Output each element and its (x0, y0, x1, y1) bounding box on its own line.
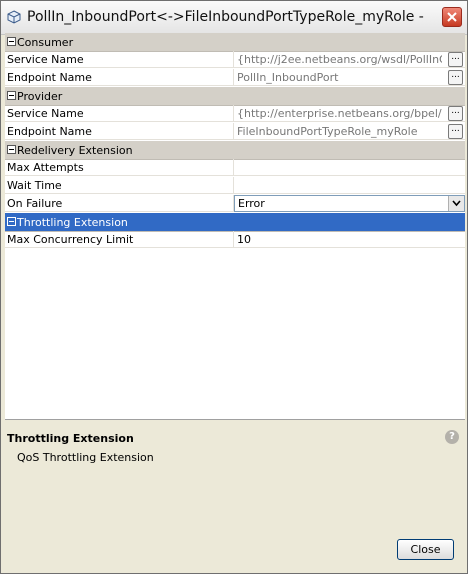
ellipsis-button[interactable]: ... (448, 106, 463, 121)
property-value[interactable]: {http://j2ee.netbeans.org/wsdl/PollInOut… (234, 51, 465, 68)
property-name: Max Concurrency Limit (5, 231, 234, 248)
property-value[interactable] (234, 177, 465, 194)
on-failure-select[interactable]: Error (234, 195, 465, 212)
title-bar: PollIn_InboundPort<->FileInboundPortType… (1, 1, 467, 35)
category-label: Provider (17, 90, 63, 103)
category-label: Consumer (17, 36, 74, 49)
property-name: On Failure (5, 195, 234, 212)
property-value-text: FileInboundPortTypeRole_myRole (237, 125, 418, 138)
property-sheet: Consumer Service Name {http://j2ee.netbe… (5, 33, 465, 420)
category-throttling-extension[interactable]: Throttling Extension (5, 213, 465, 232)
property-value-text: {http://enterprise.netbeans.org/bpel/Pol… (237, 107, 442, 120)
property-value[interactable]: {http://enterprise.netbeans.org/bpel/Pol… (234, 105, 465, 122)
dropdown-button[interactable] (448, 196, 464, 211)
property-value[interactable]: 10 (234, 231, 465, 248)
property-value[interactable]: PollIn_InboundPort ... (234, 69, 465, 86)
property-value[interactable] (234, 159, 465, 176)
description-text: QoS Throttling Extension (17, 451, 154, 464)
category-label: Throttling Extension (17, 216, 128, 229)
properties-dialog: PollIn_InboundPort<->FileInboundPortType… (0, 0, 468, 574)
property-value-text: PollIn_InboundPort (237, 71, 339, 84)
close-button[interactable]: Close (397, 539, 454, 560)
category-redelivery-extension[interactable]: Redelivery Extension (5, 141, 465, 160)
property-name: Endpoint Name (5, 69, 234, 86)
property-value-text: {http://j2ee.netbeans.org/wsdl/PollInOut… (237, 53, 442, 66)
description-title: Throttling Extension (7, 432, 134, 445)
property-name: Service Name (5, 105, 234, 122)
window-title: PollIn_InboundPort<->FileInboundPortType… (27, 9, 427, 25)
category-provider[interactable]: Provider (5, 87, 465, 106)
property-max-attempts[interactable]: Max Attempts (5, 159, 465, 177)
chevron-down-icon (452, 200, 461, 207)
collapse-icon[interactable] (7, 91, 16, 100)
property-name: Wait Time (5, 177, 234, 194)
ellipsis-button[interactable]: ... (448, 124, 463, 139)
ellipsis-button[interactable]: ... (448, 70, 463, 85)
category-label: Redelivery Extension (17, 144, 133, 157)
close-icon (447, 12, 457, 22)
category-consumer[interactable]: Consumer (5, 33, 465, 52)
property-name: Endpoint Name (5, 123, 234, 140)
collapse-icon[interactable] (7, 37, 16, 46)
collapse-icon[interactable] (7, 217, 16, 226)
property-consumer-endpoint-name[interactable]: Endpoint Name PollIn_InboundPort ... (5, 69, 465, 87)
property-on-failure[interactable]: On Failure Error (5, 195, 465, 213)
property-max-concurrency-limit[interactable]: Max Concurrency Limit 10 (5, 231, 465, 249)
ellipsis-button[interactable]: ... (448, 52, 463, 67)
property-provider-endpoint-name[interactable]: Endpoint Name FileInboundPortTypeRole_my… (5, 123, 465, 141)
netbeans-cube-icon (7, 10, 21, 24)
description-panel: Throttling Extension QoS Throttling Exte… (5, 421, 465, 531)
collapse-icon[interactable] (7, 145, 16, 154)
property-provider-service-name[interactable]: Service Name {http://enterprise.netbeans… (5, 105, 465, 123)
property-consumer-service-name[interactable]: Service Name {http://j2ee.netbeans.org/w… (5, 51, 465, 69)
window-close-button[interactable] (442, 7, 462, 27)
property-name: Max Attempts (5, 159, 234, 176)
property-name: Service Name (5, 51, 234, 68)
property-wait-time[interactable]: Wait Time (5, 177, 465, 195)
help-icon[interactable]: ? (445, 430, 459, 444)
on-failure-selected-value: Error (238, 197, 265, 210)
property-value[interactable]: FileInboundPortTypeRole_myRole ... (234, 123, 465, 140)
